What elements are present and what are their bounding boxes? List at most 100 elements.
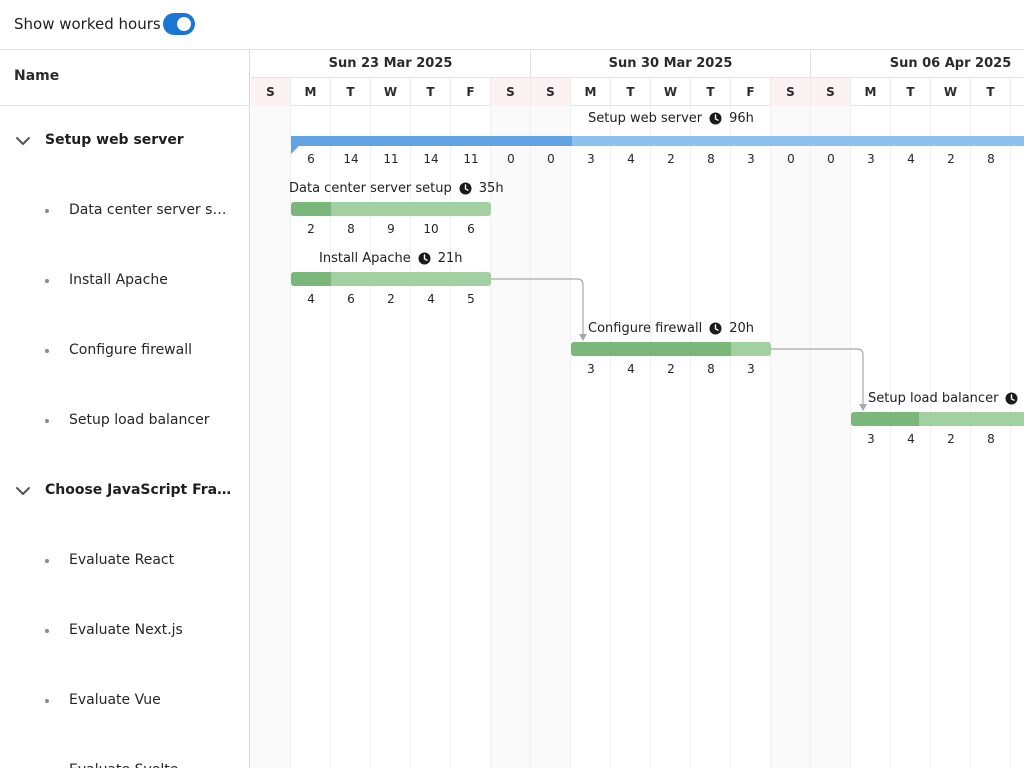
day-column <box>811 106 851 768</box>
day-header-cell: W <box>651 78 691 106</box>
show-worked-hours-toggle[interactable] <box>163 13 195 35</box>
task-bar[interactable] <box>291 202 491 216</box>
worked-hours-value: 3 <box>867 432 875 446</box>
name-column-header[interactable]: Name <box>0 50 250 106</box>
chevron-down-icon[interactable] <box>14 482 32 500</box>
day-header-cell: T <box>691 78 731 106</box>
task-name-label: Configure firewall <box>69 342 192 358</box>
worked-hours-value: 2 <box>947 432 955 446</box>
worked-hours-value: 14 <box>343 152 359 166</box>
bullet-icon <box>45 349 49 353</box>
worked-hours-value: 0 <box>547 152 555 166</box>
worked-hours-value: 8 <box>347 222 355 236</box>
clock-icon <box>418 252 431 265</box>
day-column <box>611 106 651 768</box>
timeline: Sun 23 Mar 2025 Sun 30 Mar 2025 Sun 06 Apr… <box>251 50 1024 768</box>
toggle-knob <box>177 17 191 31</box>
day-header-cell: S <box>771 78 811 106</box>
worked-hours-value: 0 <box>827 152 835 166</box>
timeline-body: Setup web server 96h 6 14 11 14 11 0 0 3 4 2 8 3 0 0 3 4 2… <box>251 106 1024 768</box>
worked-hours-value: 3 <box>747 362 755 376</box>
day-column <box>251 106 291 768</box>
day-column <box>651 106 691 768</box>
day-header-cell: M <box>291 78 331 106</box>
worked-hours-value: 6 <box>307 152 315 166</box>
task-row[interactable]: Evaluate Vue <box>0 666 249 736</box>
task-row[interactable]: Setup load balancer <box>0 386 249 456</box>
worked-hours-value: 6 <box>467 222 475 236</box>
bullet-icon <box>45 559 49 563</box>
worked-hours-value: 11 <box>463 152 479 166</box>
group-bar[interactable] <box>291 136 1024 146</box>
task-row[interactable]: Data center server setup <box>0 176 249 246</box>
group-row[interactable]: Setup web server <box>0 106 249 176</box>
worked-hours-value: 4 <box>907 432 915 446</box>
week-header-row: Sun 23 Mar 2025 Sun 30 Mar 2025 Sun 06 Apr… <box>251 50 1024 78</box>
worked-hours-value: 6 <box>347 292 355 306</box>
task-bar-progress <box>291 202 331 216</box>
task-bar[interactable] <box>851 412 1024 426</box>
name-column-header-label: Name <box>14 68 60 84</box>
worked-hours-value: 3 <box>587 152 595 166</box>
group-row[interactable]: Choose JavaScript Framework <box>0 456 249 526</box>
worked-hours-value: 4 <box>627 362 635 376</box>
worked-hours-value: 4 <box>627 152 635 166</box>
bullet-icon <box>45 279 49 283</box>
task-name-label: Setup load balancer <box>69 412 210 428</box>
chevron-down-icon[interactable] <box>14 132 32 150</box>
task-duration: 96h <box>729 111 754 126</box>
worked-hours-value: 2 <box>307 222 315 236</box>
clock-icon <box>459 182 472 195</box>
task-row[interactable]: Evaluate Next.js <box>0 596 249 666</box>
bullet-icon <box>45 699 49 703</box>
task-bar-name: Configure firewall <box>588 321 703 336</box>
clock-icon <box>709 322 722 335</box>
bullet-icon <box>45 209 49 213</box>
worked-hours-value: 2 <box>667 152 675 166</box>
day-column <box>531 106 571 768</box>
group-bar-progress <box>291 136 573 146</box>
task-row[interactable]: Configure firewall <box>0 316 249 386</box>
day-column <box>1011 106 1024 768</box>
worked-hours-value: 4 <box>427 292 435 306</box>
worked-hours-value: 3 <box>867 152 875 166</box>
day-header-cell: S <box>811 78 851 106</box>
day-header-cell: S <box>531 78 571 106</box>
task-duration: 20h <box>729 321 754 336</box>
worked-hours-value: 8 <box>987 432 995 446</box>
worked-hours-value: 10 <box>423 222 439 236</box>
task-bar[interactable] <box>291 272 491 286</box>
day-header-cell: S <box>251 78 291 106</box>
day-column <box>491 106 531 768</box>
task-name-label: Data center server setup <box>69 202 235 218</box>
task-name-label: Setup web server <box>45 132 184 148</box>
task-name-label: Install Apache <box>69 272 168 288</box>
day-header-cell: T <box>971 78 1011 106</box>
worked-hours-value: 8 <box>707 362 715 376</box>
task-bar-progress <box>571 342 731 356</box>
week-header-cell: Sun 06 Apr 2025 <box>811 50 1024 78</box>
task-bar-progress <box>291 272 331 286</box>
worked-hours-value: 2 <box>947 152 955 166</box>
show-worked-hours-label: Show worked hours <box>14 15 161 33</box>
task-name-label: Evaluate Next.js <box>69 622 183 638</box>
task-row[interactable]: Evaluate React <box>0 526 249 596</box>
worked-hours-value: 0 <box>507 152 515 166</box>
task-row[interactable]: Evaluate Svelte <box>0 736 249 768</box>
worked-hours-value: 3 <box>587 362 595 376</box>
clock-icon <box>1005 392 1018 405</box>
toolbar: Show worked hours <box>0 0 1024 50</box>
day-column <box>571 106 611 768</box>
day-header-cell: F <box>451 78 491 106</box>
task-bar-label: Setup load balancer2 <box>868 391 1024 406</box>
worked-hours-value: 9 <box>387 222 395 236</box>
task-name-label: Choose JavaScript Framework <box>45 482 235 498</box>
task-name-list: Setup web server Data center server setup… <box>0 106 250 768</box>
day-header-row: SMTWTFSSMTWTFSSMTWTF <box>251 78 1024 106</box>
task-row[interactable]: Install Apache <box>0 246 249 316</box>
task-bar-name: Install Apache <box>319 251 411 266</box>
worked-hours-value: 8 <box>707 152 715 166</box>
task-bar[interactable] <box>571 342 771 356</box>
task-bar-label: Install Apache 21h <box>319 251 463 266</box>
day-column <box>691 106 731 768</box>
